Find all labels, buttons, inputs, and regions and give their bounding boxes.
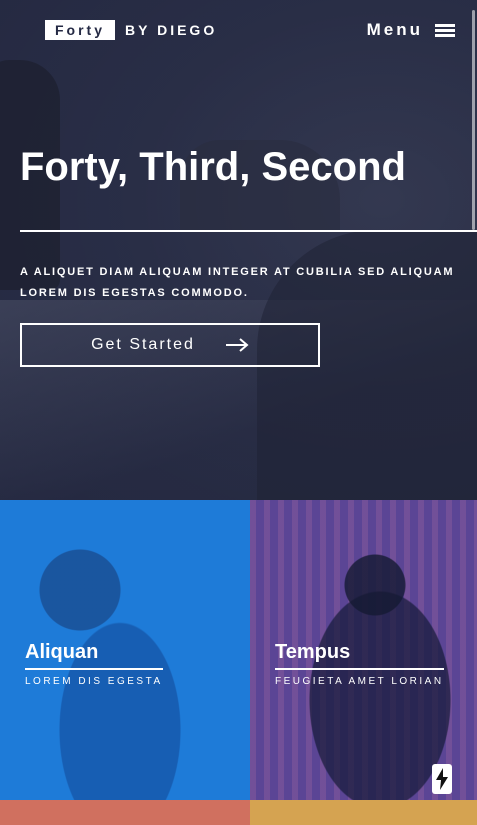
get-started-button[interactable]: Get Started <box>20 323 320 367</box>
tile-title: Aliquan <box>25 641 99 663</box>
tile-subtitle: LOREM DIS EGESTA <box>25 676 163 687</box>
lightning-bolt-icon[interactable] <box>432 764 452 794</box>
arrow-right-icon <box>225 338 249 352</box>
site-logo[interactable]: Forty BY DIEGO <box>45 20 217 40</box>
logo-byline: BY DIEGO <box>125 22 218 38</box>
hamburger-icon <box>435 23 455 37</box>
site-header: Forty BY DIEGO Menu <box>0 0 477 60</box>
tile-aliquan[interactable]: Aliquan LOREM DIS EGESTA <box>0 500 250 800</box>
hero-title: Forty, Third, Second <box>20 145 406 189</box>
bolt-glyph-icon <box>436 768 448 790</box>
tile-tempus[interactable]: Tempus FEUGIETA AMET LORIAN <box>250 500 477 800</box>
hero-divider <box>20 230 477 232</box>
tile-subtitle: FEUGIETA AMET LORIAN <box>275 676 444 687</box>
menu-label: Menu <box>366 20 423 39</box>
menu-button[interactable]: Menu <box>367 20 455 40</box>
hero-banner: Forty, Third, Second A ALIQUET DIAM ALIQ… <box>0 0 477 500</box>
tile-label: Tempus FEUGIETA AMET LORIAN <box>275 640 444 687</box>
tile-label: Aliquan LOREM DIS EGESTA <box>25 640 163 687</box>
logo-text: Forty <box>45 20 115 40</box>
tile-divider <box>275 668 444 670</box>
tile-third[interactable] <box>0 800 250 825</box>
tile-divider <box>25 668 163 670</box>
get-started-label: Get Started <box>91 336 195 353</box>
tile-fourth[interactable] <box>250 800 477 825</box>
tile-title: Tempus <box>275 641 351 663</box>
hero-description: A ALIQUET DIAM ALIQUAM INTEGER AT CUBILI… <box>20 266 455 299</box>
